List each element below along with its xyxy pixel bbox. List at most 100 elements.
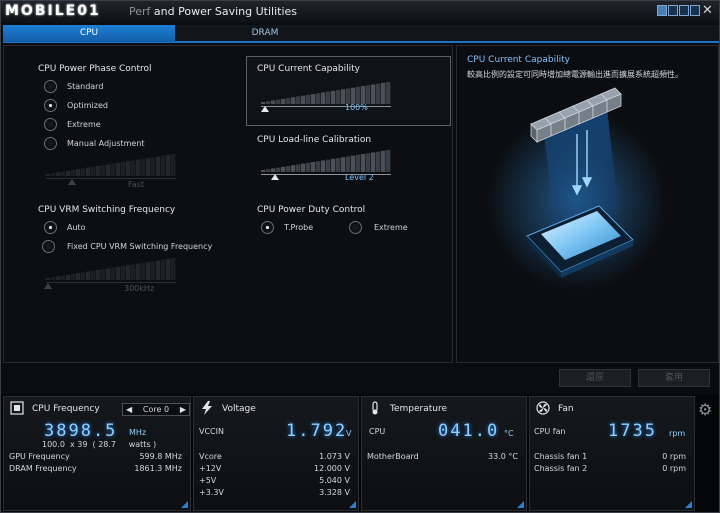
vrm-option-fixed[interactable]: Fixed CPU VRM Switching Frequency <box>42 240 212 253</box>
phase-option-manual[interactable]: Manual Adjustment <box>44 137 145 150</box>
slider-bars <box>261 82 391 104</box>
window-layout-icons[interactable] <box>657 5 700 19</box>
expand-corner-icon[interactable] <box>181 501 188 508</box>
radio-label: Standard <box>67 82 104 91</box>
dram-frequency-label: DRAM Frequency <box>9 464 77 473</box>
cpu-frequency-unit: MHz <box>129 428 147 437</box>
settings-panel: CPU Power Phase Control Standard Optimiz… <box>3 45 453 363</box>
voltage-title: Voltage <box>222 404 256 414</box>
layout-icon[interactable] <box>668 5 678 16</box>
current-capability-title: CPU Current Capability <box>257 64 360 74</box>
fan-icon <box>536 401 550 415</box>
duty-control-title: CPU Power Duty Control <box>257 205 366 215</box>
loadline-slider-value: Level 2 <box>345 173 374 182</box>
radio-label: T.Probe <box>284 223 314 232</box>
monitor-strip: CPU Frequency ◀ Core 0 ▶ 3898.5 MHz 100.… <box>1 394 719 512</box>
duty-option-tprobe[interactable]: T.Probe <box>261 221 313 234</box>
loadline-slider[interactable]: Level 2 <box>261 150 411 186</box>
phase-option-standard[interactable]: Standard <box>44 80 103 93</box>
radio-label: Extreme <box>67 120 101 129</box>
phase-slider[interactable]: Fast <box>46 154 196 190</box>
chassis-fan2-label: Chassis fan 2 <box>534 464 588 473</box>
tab-cpu[interactable]: CPU <box>3 25 175 42</box>
motherboard-temp-value: 33.0 °C <box>488 452 518 461</box>
slider-thumb[interactable] <box>68 179 76 185</box>
chassis-fan1-label: Chassis fan 1 <box>534 452 588 461</box>
temperature-title: Temperature <box>390 404 448 414</box>
vrm-slider[interactable]: 300kHz <box>44 258 196 294</box>
close-icon[interactable]: ✕ <box>702 3 713 18</box>
lightning-icon <box>202 401 212 415</box>
fan-panel[interactable]: Fan CPU fan 1735 rpm Chassis fan 1 0 rpm… <box>529 396 695 511</box>
slider-track <box>261 106 391 107</box>
vcore-value: 1.073 V <box>319 452 350 461</box>
radio-button-selected[interactable] <box>44 99 57 112</box>
v33-label: +3.3V <box>199 488 224 497</box>
gear-icon[interactable]: ⚙ <box>698 400 712 419</box>
radio-button[interactable] <box>44 118 57 131</box>
radio-button[interactable] <box>44 80 57 93</box>
voltage-panel[interactable]: Voltage VCCIN 1.792 V Vcore 1.073 V +12V… <box>193 396 359 511</box>
radio-button-selected[interactable] <box>44 221 57 234</box>
current-slider[interactable]: 100% <box>261 82 411 118</box>
cpu-temp-value: 041.0 <box>438 421 500 441</box>
layout-icon[interactable] <box>657 5 667 16</box>
title-bar: MOBILE01 Perf and Power Saving Utilities… <box>1 1 719 23</box>
core-select[interactable]: ◀ Core 0 ▶ <box>122 403 190 416</box>
info-panel: CPU Current Capability 較高比例的設定可同時增加總電源輸出… <box>456 45 719 363</box>
cpu-temp-label: CPU <box>369 427 386 436</box>
v12-label: +12V <box>199 464 222 473</box>
expand-corner-icon[interactable] <box>349 501 356 508</box>
undo-button[interactable]: 還原 <box>559 369 631 387</box>
slider-thumb[interactable] <box>261 106 269 112</box>
slider-track <box>46 282 176 283</box>
vccin-label: VCCIN <box>199 427 224 436</box>
chassis-fan2-value: 0 rpm <box>662 464 686 473</box>
phase-control-title: CPU Power Phase Control <box>38 64 152 74</box>
vrm-frequency-title: CPU VRM Switching Frequency <box>38 205 176 215</box>
slider-bars <box>46 258 176 280</box>
cpu-frequency-value: 3898.5 <box>44 421 118 441</box>
v5-label: +5V <box>199 476 217 485</box>
radio-label: Optimized <box>67 101 108 110</box>
cpu-fan-unit: rpm <box>669 429 686 438</box>
slider-thumb[interactable] <box>44 283 52 289</box>
cpu-fan-value: 1735 <box>608 421 657 441</box>
loadline-title: CPU Load-line Calibration <box>257 135 372 145</box>
cpu-frequency-title: CPU Frequency <box>32 404 100 414</box>
radio-button-selected[interactable] <box>261 221 274 234</box>
apply-button[interactable]: 套用 <box>638 369 710 387</box>
radio-button[interactable] <box>44 137 57 150</box>
tab-dram[interactable]: DRAM <box>177 25 353 42</box>
slider-bars <box>46 154 176 176</box>
vrm-option-auto[interactable]: Auto <box>44 221 86 234</box>
temperature-panel[interactable]: Temperature CPU 041.0 °C MotherBoard 33.… <box>361 396 527 511</box>
radio-button[interactable] <box>349 221 362 234</box>
chassis-fan1-value: 0 rpm <box>662 452 686 461</box>
gpu-frequency-value: 599.8 MHz <box>139 452 182 461</box>
previous-core-icon[interactable]: ◀ <box>126 404 132 415</box>
slider-thumb[interactable] <box>271 174 279 180</box>
next-core-icon[interactable]: ▶ <box>180 404 186 415</box>
cpu-ratio-line: 100.0 x 39 ( 28.7 watts ) <box>42 440 157 449</box>
radio-button[interactable] <box>42 240 55 253</box>
window-title-text: and Power Saving Utilities <box>153 5 297 18</box>
cpu-frequency-panel[interactable]: CPU Frequency ◀ Core 0 ▶ 3898.5 MHz 100.… <box>3 396 191 511</box>
slider-bars <box>261 150 391 172</box>
expand-corner-icon[interactable] <box>685 501 692 508</box>
expand-corner-icon[interactable] <box>517 501 524 508</box>
gpu-frequency-label: GPU Frequency <box>9 452 70 461</box>
cpu-chip-icon <box>10 401 24 415</box>
tab-bar: CPU DRAM <box>3 25 719 43</box>
cpu-fan-label: CPU fan <box>534 427 566 436</box>
duty-option-extreme[interactable]: Extreme <box>349 221 408 234</box>
layout-icon[interactable] <box>679 5 689 16</box>
layout-icon[interactable] <box>690 5 700 16</box>
dram-frequency-value: 1861.3 MHz <box>134 464 182 473</box>
slider-track <box>46 178 176 179</box>
phase-option-optimized[interactable]: Optimized <box>44 99 108 112</box>
thermometer-icon <box>372 401 378 415</box>
v12-value: 12.000 V <box>313 464 350 473</box>
vrm-slider-value: 300kHz <box>124 284 155 293</box>
phase-option-extreme[interactable]: Extreme <box>44 118 101 131</box>
